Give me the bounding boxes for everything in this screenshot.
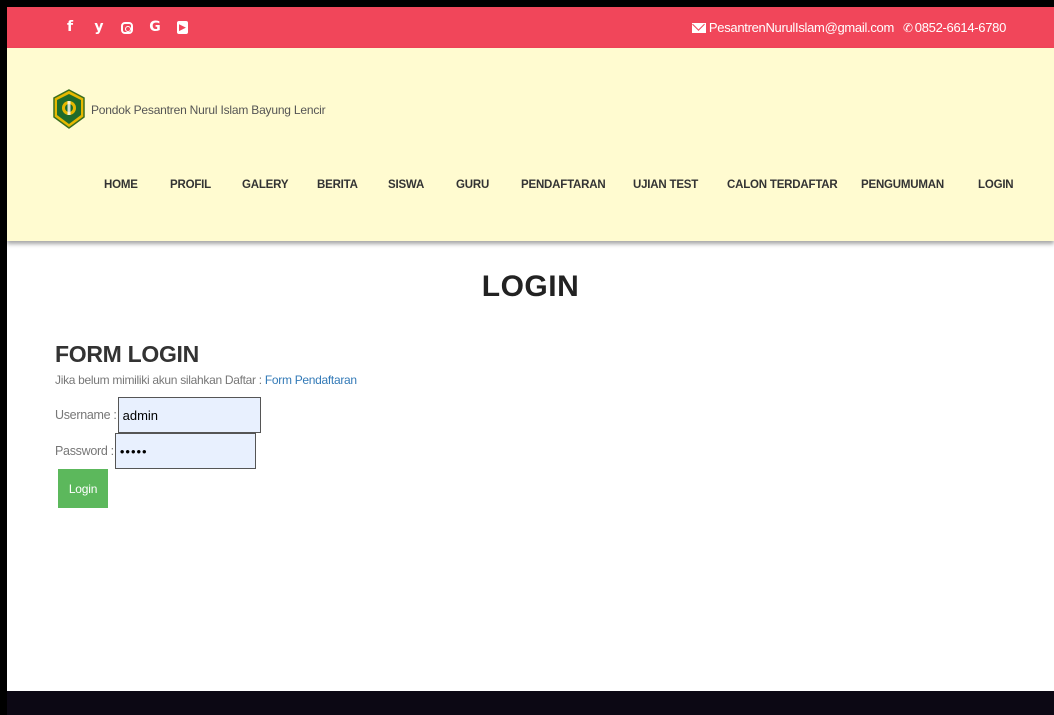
phone-icon: ✆ — [903, 20, 913, 35]
nav-item-ujian-test[interactable]: UJIAN TEST — [633, 179, 698, 191]
top-bar: f y G ▶ PesantrenNurulIslam@gmail.com ✆ … — [7, 7, 1054, 48]
nav-item-berita[interactable]: BERITA — [317, 179, 358, 191]
nav-item-siswa[interactable]: SISWA — [388, 179, 424, 191]
twitter-icon[interactable]: y — [92, 7, 106, 48]
nav-item-calon-terdaftar[interactable]: CALON TERDAFTAR — [727, 179, 838, 191]
page-title: LOGIN — [481, 270, 580, 303]
nav-item-pendaftaran[interactable]: PENDAFTARAN — [521, 179, 606, 191]
nav-item-login[interactable]: LOGIN — [978, 179, 1014, 191]
contact-phone: 0852-6614-6780 — [914, 20, 1007, 35]
username-row: Username : — [55, 397, 261, 433]
browser-viewport: f y G ▶ PesantrenNurulIslam@gmail.com ✆ … — [7, 7, 1054, 715]
site-header: Pondok Pesantren Nurul Islam Bayung Lenc… — [7, 48, 1054, 241]
nav-item-pengumuman[interactable]: PENGUMUMAN — [861, 179, 944, 191]
login-button[interactable]: Login — [58, 469, 108, 508]
register-hint-text: Jika belum mimiliki akun silahkan Daftar… — [55, 373, 265, 387]
facebook-icon[interactable]: f — [63, 7, 77, 48]
register-hint: Jika belum mimiliki akun silahkan Daftar… — [55, 373, 357, 387]
youtube-icon[interactable]: ▶ — [177, 21, 188, 34]
register-link[interactable]: Form Pendaftaran — [265, 373, 357, 387]
social-links: f y G ▶ — [63, 7, 188, 48]
google-icon[interactable]: G — [148, 7, 162, 48]
nav-item-guru[interactable]: GURU — [456, 179, 489, 191]
password-row: Password : — [55, 433, 256, 469]
password-input[interactable] — [114, 433, 256, 469]
nav-item-galery[interactable]: GALERY — [242, 179, 288, 191]
contact-email[interactable]: PesantrenNurulIslam@gmail.com — [709, 20, 894, 35]
nav-item-profil[interactable]: PROFIL — [170, 179, 211, 191]
kemenag-logo[interactable] — [52, 89, 86, 129]
footer — [7, 691, 1054, 715]
username-label: Username : — [55, 408, 117, 422]
instagram-icon[interactable] — [121, 21, 133, 34]
site-name[interactable]: Pondok Pesantren Nurul Islam Bayung Lenc… — [91, 103, 326, 117]
main-nav: HOME PROFIL GALERY BERITA SISWA GURU PEN… — [7, 179, 1054, 199]
username-input[interactable] — [117, 397, 261, 433]
contact-info: PesantrenNurulIslam@gmail.com ✆ 0852-661… — [691, 7, 1007, 48]
password-label: Password : — [55, 444, 114, 458]
envelope-icon — [691, 22, 706, 33]
nav-item-home[interactable]: HOME — [104, 179, 138, 191]
form-title: FORM LOGIN — [55, 341, 199, 367]
